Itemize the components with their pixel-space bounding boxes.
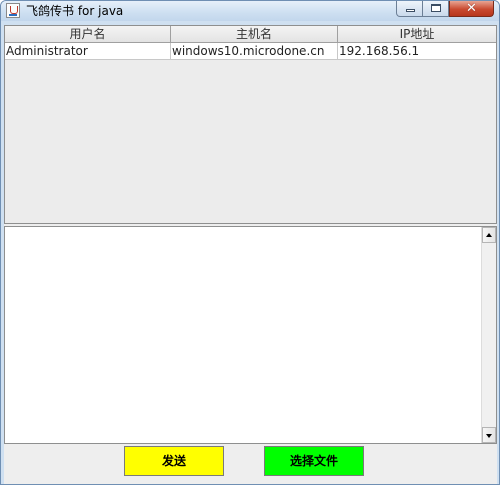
cell-ip-address[interactable]: 192.168.56.1: [338, 43, 496, 59]
maximize-icon: [431, 4, 441, 12]
column-header-hostname[interactable]: 主机名: [171, 26, 338, 42]
maximize-button[interactable]: [423, 1, 449, 17]
column-header-username[interactable]: 用户名: [5, 26, 171, 42]
minimize-button[interactable]: [396, 1, 423, 17]
table-row[interactable]: Administrator windows10.microdone.cn 192…: [5, 43, 496, 60]
message-input[interactable]: [5, 227, 481, 443]
table-header: 用户名 主机名 IP地址: [5, 26, 496, 43]
app-window: 飞鸽传书 for java ✕ 用户名 主机名 IP地址 Administrat…: [0, 0, 500, 485]
send-button[interactable]: 发送: [124, 446, 224, 476]
message-area: [4, 226, 497, 444]
arrow-up-icon: [486, 233, 492, 237]
scroll-up-button[interactable]: [482, 227, 496, 243]
close-icon: ✕: [466, 1, 477, 16]
scroll-down-button[interactable]: [482, 427, 496, 443]
cell-hostname[interactable]: windows10.microdone.cn: [171, 43, 338, 59]
choose-file-button[interactable]: 选择文件: [264, 446, 364, 476]
java-coffee-cup-icon: [6, 3, 20, 18]
user-table: 用户名 主机名 IP地址 Administrator windows10.mic…: [4, 25, 497, 224]
close-button[interactable]: ✕: [449, 1, 494, 17]
column-header-ip-address[interactable]: IP地址: [338, 26, 496, 42]
minimize-icon: [406, 9, 415, 12]
window-title: 飞鸽传书 for java: [26, 4, 124, 18]
cell-username[interactable]: Administrator: [5, 43, 171, 59]
content-pane: 用户名 主机名 IP地址 Administrator windows10.mic…: [4, 25, 497, 484]
arrow-down-icon: [486, 434, 492, 438]
title-bar[interactable]: 飞鸽传书 for java ✕: [1, 1, 499, 21]
vertical-scrollbar[interactable]: [481, 227, 496, 443]
